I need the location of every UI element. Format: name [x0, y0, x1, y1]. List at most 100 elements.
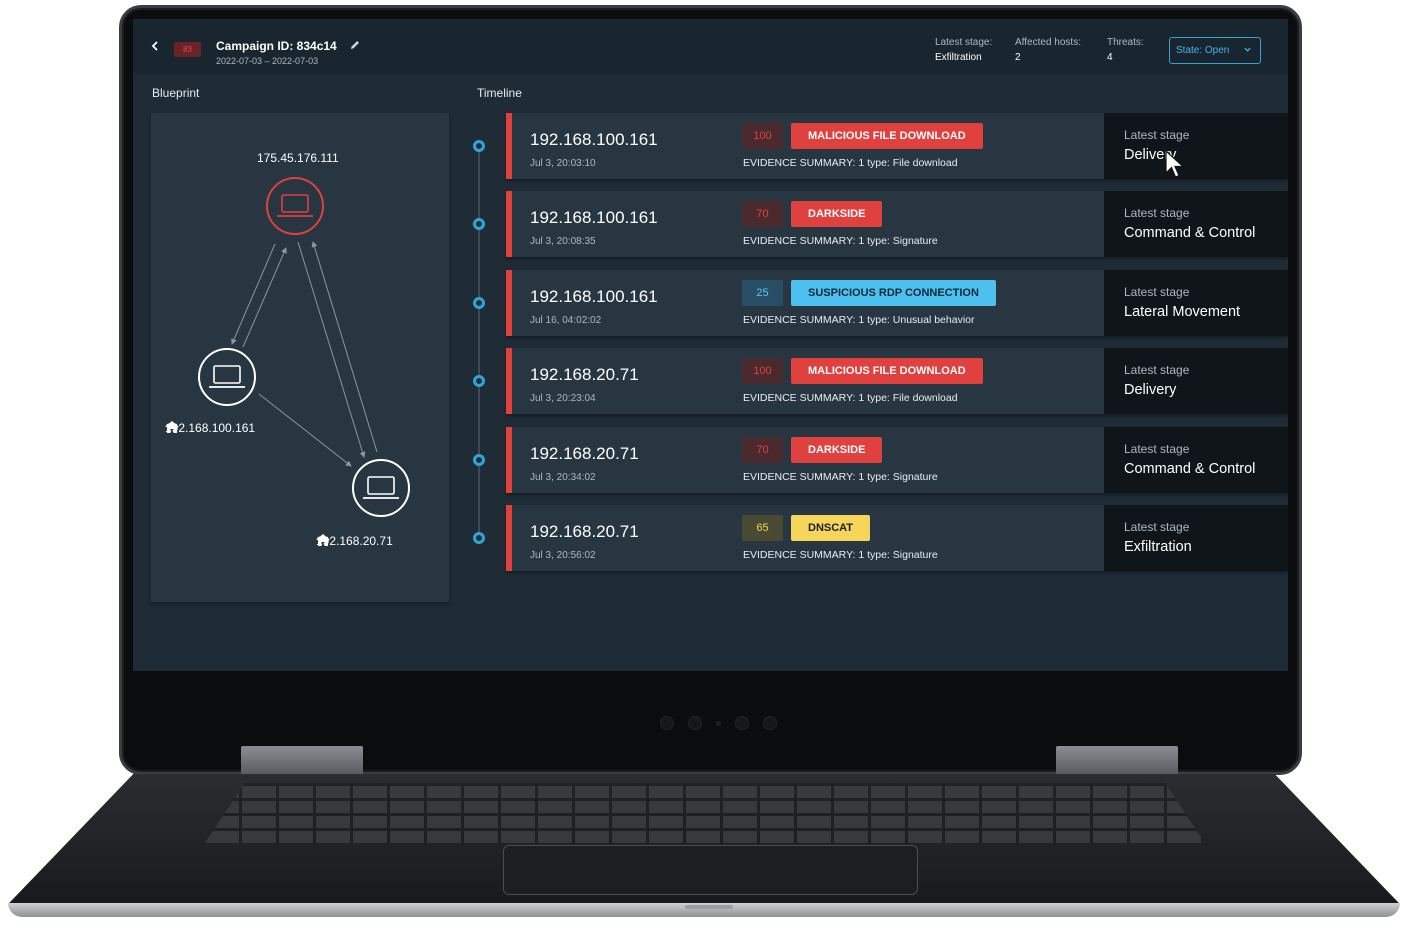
threat-score-badge: 70: [742, 201, 783, 228]
threats-summary: Threats: 4: [1107, 35, 1144, 65]
threat-score-badge: 100: [742, 123, 783, 149]
chevron-down-icon: [1244, 47, 1251, 52]
severity-accent-bar: [506, 269, 512, 336]
timeline-event-card[interactable]: 192.168.100.161 Jul 16, 04:02:02 25 SUSPICI…: [506, 269, 1288, 336]
affected-hosts-value: 2: [1015, 52, 1021, 63]
latest-stage-panel: Latest stage Command & Control: [1104, 426, 1288, 493]
latest-stage-value: Exfiltration: [1124, 539, 1192, 555]
evidence-summary: EVIDENCE SUMMARY: 1 type: Signature: [743, 549, 938, 561]
timeline-dot: [473, 532, 485, 544]
home-icon: [316, 534, 330, 546]
camera-dot: [735, 716, 749, 730]
latest-stage-panel: Latest stage Exfiltration: [1104, 505, 1288, 571]
event-host-ip: 192.168.100.161: [530, 286, 658, 306]
laptop-notch: [685, 905, 733, 909]
timeline-event-card[interactable]: 192.168.20.71 Jul 3, 20:34:02 70 DARKSIDE EV…: [506, 426, 1288, 493]
latest-stage-panel: Latest stage Lateral Movement: [1104, 269, 1288, 336]
camera-dot: [688, 716, 702, 730]
laptop-icon[interactable]: [352, 459, 410, 517]
app-screen: 83 Campaign ID: 834c14 2022-07-03 – 2022…: [133, 19, 1288, 671]
latest-stage-label: Latest stage: [1124, 284, 1190, 299]
threat-score-badge: 70: [742, 436, 783, 463]
timeline-dot: [473, 375, 485, 388]
latest-stage-summary: Latest stage: Exfiltration: [935, 35, 992, 65]
threat-name-tag[interactable]: DARKSIDE: [791, 436, 883, 463]
blueprint-graph: [198, 177, 410, 517]
timeline-heading: Timeline: [477, 86, 522, 100]
timeline-dot: [473, 453, 485, 466]
threat-name-tag[interactable]: DNSCAT: [791, 515, 871, 541]
camera-dot: [763, 716, 777, 730]
latest-stage-label: Latest stage: [1124, 520, 1190, 534]
evidence-summary: EVIDENCE SUMMARY: 1 type: Unusual behavi…: [743, 313, 975, 326]
event-host-ip: 192.168.100.161: [530, 130, 658, 149]
event-host-ip: 192.168.100.161: [530, 208, 658, 228]
state-dropdown[interactable]: State: Open: [1169, 37, 1261, 64]
latest-stage-value: Command & Control: [1124, 225, 1256, 242]
host-a-label: 192.168.100.161: [165, 421, 255, 435]
latest-stage-value: Exfiltration: [935, 52, 982, 63]
latest-stage-value: Lateral Movement: [1124, 303, 1241, 320]
timeline-event-card[interactable]: 192.168.100.161 Jul 3, 20:08:35 70 DARKSIDE…: [506, 191, 1288, 258]
timeline-dot: [473, 218, 485, 231]
threat-score-badge: 25: [742, 279, 783, 306]
timeline-event-card[interactable]: 192.168.20.71 Jul 3, 20:23:04 100 MALICIOUS…: [506, 348, 1288, 415]
evidence-summary: EVIDENCE SUMMARY: 1 type: Signature: [743, 235, 938, 248]
timeline-dot: [473, 140, 485, 152]
host-b-label: 192.168.20.71: [316, 534, 393, 548]
camera-dot: [716, 720, 721, 726]
event-timestamp: Jul 3, 20:23:04: [530, 393, 596, 405]
latest-stage-label: Latest stage: [1124, 206, 1190, 221]
latest-stage-label: Latest stage:: [935, 37, 993, 48]
latest-stage-value: Command & Control: [1124, 460, 1256, 477]
event-timestamp: Jul 3, 20:08:35: [530, 236, 596, 248]
timeline-event-card[interactable]: 192.168.20.71 Jul 3, 20:56:02 65 DNSCAT EVID…: [506, 505, 1288, 571]
evidence-summary: EVIDENCE SUMMARY: 1 type: File download: [743, 392, 958, 405]
pencil-icon[interactable]: [349, 39, 361, 51]
latest-stage-panel: Latest stage Command & Control: [1104, 191, 1288, 258]
event-timestamp: Jul 3, 20:56:02: [530, 550, 596, 561]
campaign-date-range: 2022-07-03 – 2022-07-03: [216, 56, 319, 66]
latest-stage-panel: Latest stage Delivery: [1104, 113, 1288, 179]
severity-accent-bar: [506, 191, 512, 258]
evidence-summary: EVIDENCE SUMMARY: 1 type: Signature: [743, 470, 938, 483]
touchpad: [503, 845, 918, 895]
severity-accent-bar: [506, 113, 512, 179]
event-host-ip: 192.168.20.71: [530, 522, 639, 541]
latest-stage-label: Latest stage: [1124, 441, 1190, 456]
event-timestamp: Jul 3, 20:34:02: [530, 471, 596, 483]
external-host-label: 175.45.176.111: [257, 151, 339, 165]
threats-label: Threats:: [1107, 37, 1144, 48]
event-timestamp: Jul 16, 04:02:02: [530, 314, 602, 326]
laptop-hinge: [241, 746, 363, 776]
affected-hosts-summary: Affected hosts: 2: [1015, 35, 1081, 65]
blueprint-panel: 175.45.176.111 192.168.100.161 192.168.2…: [151, 113, 449, 602]
threats-value: 4: [1107, 52, 1113, 63]
severity-accent-bar: [506, 348, 512, 415]
home-icon: [165, 421, 179, 433]
state-dropdown-label: State: Open: [1176, 45, 1230, 56]
camera-array: [660, 716, 777, 730]
timeline-dot: [473, 296, 485, 309]
threat-name-tag[interactable]: MALICIOUS FILE DOWNLOAD: [791, 358, 983, 385]
risk-score-badge: 83: [174, 42, 201, 57]
severity-accent-bar: [506, 505, 512, 571]
chevron-left-icon[interactable]: [150, 41, 160, 51]
event-timestamp: Jul 3, 20:03:10: [530, 158, 596, 169]
evidence-summary: EVIDENCE SUMMARY: 1 type: File download: [743, 157, 958, 169]
latest-stage-panel: Latest stage Delivery: [1104, 348, 1288, 415]
campaign-header: 83 Campaign ID: 834c14 2022-07-03 – 2022…: [133, 19, 1288, 74]
blueprint-heading: Blueprint: [152, 86, 200, 100]
threat-score-badge: 100: [742, 358, 783, 385]
severity-accent-bar: [506, 426, 512, 493]
threat-name-tag[interactable]: SUSPICIOUS RDP CONNECTION: [791, 279, 996, 306]
mouse-cursor-icon: [1165, 150, 1185, 178]
threat-name-tag[interactable]: MALICIOUS FILE DOWNLOAD: [791, 123, 983, 149]
laptop-hinge: [1056, 746, 1178, 776]
laptop-icon[interactable]: [198, 348, 256, 406]
event-host-ip: 192.168.20.71: [530, 365, 639, 385]
threat-name-tag[interactable]: DARKSIDE: [791, 201, 883, 228]
timeline-axis: [478, 147, 480, 539]
keyboard: [205, 783, 1205, 843]
laptop-icon[interactable]: [266, 177, 324, 235]
